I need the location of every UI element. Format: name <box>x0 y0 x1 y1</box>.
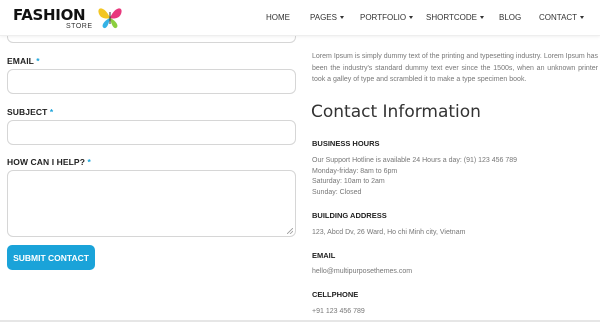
nav-pages-label: PAGES <box>310 13 337 22</box>
hours-line: Monday-friday: 8am to 6pm <box>312 167 398 175</box>
submit-contact-label: SUBMIT CONTACT <box>13 252 89 263</box>
hours-line: Saturday: 10am to 2am <box>312 178 385 185</box>
nav-portfolio-label: PORTFOLIO <box>360 13 407 22</box>
nav-portfolio[interactable]: PORTFOLIO <box>360 13 414 22</box>
nav-home[interactable]: HOME <box>266 13 290 22</box>
nav-pages[interactable]: PAGES <box>310 13 344 22</box>
business-hours-list: Our Support Hotline is available 24 Hour… <box>312 156 517 198</box>
nav-shortcode-label: SHORTCODE <box>426 13 477 22</box>
email-field[interactable] <box>7 69 296 94</box>
email-heading: EMAIL <box>312 251 336 260</box>
hours-line: Our Support Hotline is available 24 Hour… <box>312 157 518 164</box>
help-label: HOW CAN I HELP? * <box>7 157 91 167</box>
chevron-down-icon <box>409 16 414 19</box>
nav-contact-label: CONTACT <box>539 13 578 22</box>
cellphone-heading: CELLPHONE <box>312 290 359 299</box>
contact-email-link[interactable]: hello@multipurposethemes.com <box>312 267 412 278</box>
logo-subtext: STORE <box>66 23 93 30</box>
intro-text: Lorem Ipsum is simply dummy text of the … <box>312 53 598 83</box>
chevron-down-icon <box>339 16 344 19</box>
email-label: EMAIL * <box>7 56 40 66</box>
business-hours-heading: BUSINESS HOURS <box>312 139 380 148</box>
chevron-down-icon <box>580 16 585 19</box>
butterfly-icon <box>98 8 122 29</box>
nav-blog-label: BLOG <box>499 13 522 22</box>
building-address-heading: BUILDING ADDRESS <box>312 211 387 220</box>
contact-info-title: Contact Information <box>311 102 481 122</box>
hours-line: Sunday: Closed <box>312 188 362 196</box>
nav-blog[interactable]: BLOG <box>499 13 521 22</box>
resize-handle-icon[interactable] <box>287 228 293 234</box>
submit-contact-button[interactable]: SUBMIT CONTACT <box>7 245 95 270</box>
site-header: FASHION STORE HOME PAGES PORTFOLIO SHORT… <box>0 0 600 36</box>
logo-text: FASHION <box>13 6 86 24</box>
nav-shortcode[interactable]: SHORTCODE <box>426 13 484 22</box>
cellphone-number: +91 123 456 789 <box>312 308 365 315</box>
subject-label: SUBJECT * <box>7 107 54 117</box>
logo[interactable]: FASHION STORE <box>13 4 128 34</box>
chevron-down-icon <box>479 16 484 19</box>
building-address: 123, Abcd Dv, 26 Ward, Ho chi Minh city,… <box>312 229 466 236</box>
message-textarea[interactable] <box>7 170 296 237</box>
subject-field[interactable] <box>7 120 296 145</box>
nav-contact[interactable]: CONTACT <box>539 13 585 22</box>
nav-home-label: HOME <box>266 13 290 22</box>
